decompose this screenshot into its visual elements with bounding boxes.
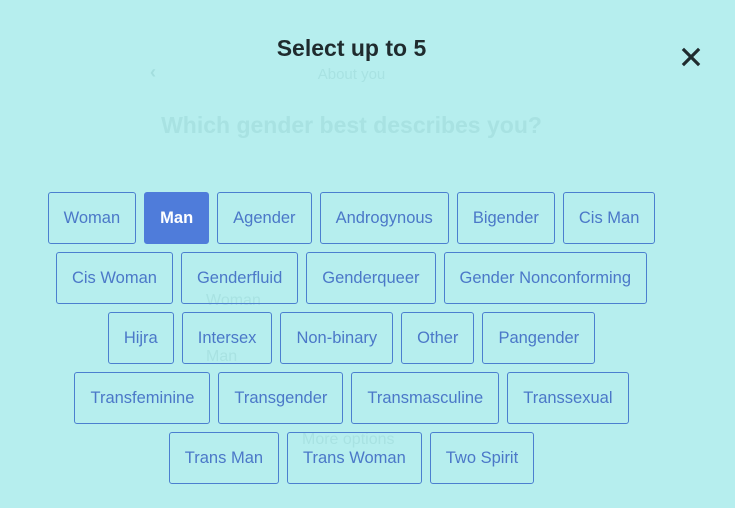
options-row: Trans Man Trans Woman Two Spirit bbox=[168, 432, 535, 484]
option-intersex[interactable]: Intersex bbox=[181, 312, 273, 364]
option-trans-woman[interactable]: Trans Woman bbox=[287, 432, 422, 484]
option-cis-woman[interactable]: Cis Woman bbox=[55, 252, 173, 304]
close-button[interactable] bbox=[678, 44, 704, 70]
options-row: Transfeminine Transgender Transmasculine Tr… bbox=[74, 372, 629, 424]
option-other[interactable]: Other bbox=[401, 312, 475, 364]
option-gender-nonconforming[interactable]: Gender Nonconforming bbox=[443, 252, 648, 304]
option-woman[interactable]: Woman bbox=[47, 192, 137, 244]
options-row: Woman Man Agender Androgynous Bigender Cis Ma… bbox=[47, 192, 656, 244]
option-non-binary[interactable]: Non-binary bbox=[280, 312, 394, 364]
options-row: Cis Woman Genderfluid Genderqueer Gender No… bbox=[55, 252, 648, 304]
option-transgender[interactable]: Transgender bbox=[218, 372, 344, 424]
option-agender[interactable]: Agender bbox=[217, 192, 312, 244]
option-bigender[interactable]: Bigender bbox=[456, 192, 555, 244]
page-subtitle: About you bbox=[317, 66, 386, 83]
option-transfeminine[interactable]: Transfeminine bbox=[74, 372, 211, 424]
option-genderfluid[interactable]: Genderfluid bbox=[180, 252, 299, 304]
close-icon bbox=[681, 47, 701, 67]
option-cis-man[interactable]: Cis Man bbox=[562, 192, 656, 244]
option-transsexual[interactable]: Transsexual bbox=[507, 372, 629, 424]
option-two-spirit[interactable]: Two Spirit bbox=[429, 432, 535, 484]
option-genderqueer[interactable]: Genderqueer bbox=[306, 252, 436, 304]
option-androgynous[interactable]: Androgynous bbox=[319, 192, 449, 244]
option-transmasculine[interactable]: Transmasculine bbox=[351, 372, 500, 424]
page-question: Which gender best describes you? bbox=[161, 112, 542, 138]
modal-title: Select up to 5 bbox=[276, 35, 427, 61]
option-pangender[interactable]: Pangender bbox=[482, 312, 596, 364]
option-hijra[interactable]: Hijra bbox=[107, 312, 174, 364]
option-trans-man[interactable]: Trans Man bbox=[168, 432, 280, 484]
option-man[interactable]: Man bbox=[144, 192, 210, 244]
gender-select-modal: ‹ About you Which gender best describes … bbox=[0, 0, 735, 508]
gender-options: Woman Man Agender Androgynous Bigender Cis Ma… bbox=[0, 192, 703, 492]
options-row: Hijra Intersex Non-binary Other Pangender bbox=[107, 312, 596, 364]
